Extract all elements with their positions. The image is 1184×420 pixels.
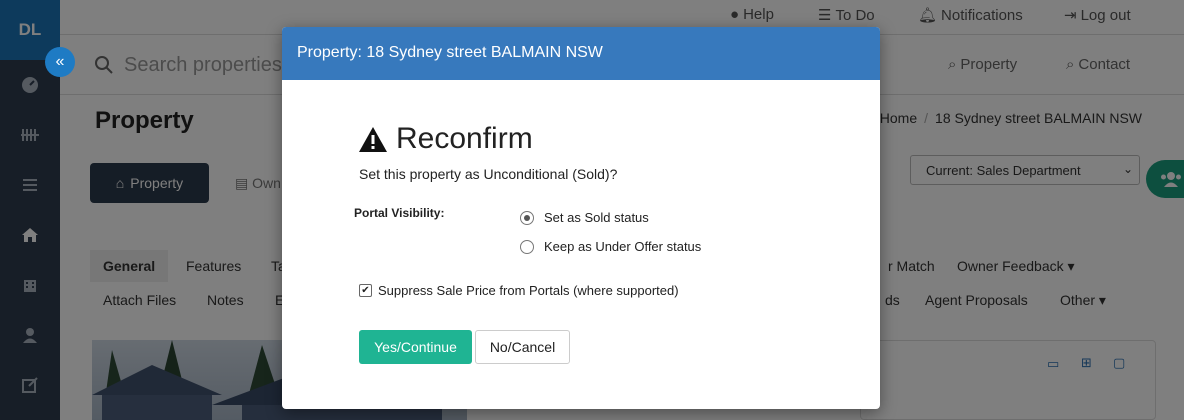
collapse-sidebar-button[interactable]: « [45, 47, 75, 77]
radio-option-under-offer[interactable]: Keep as Under Offer status [520, 239, 701, 254]
modal-body: Reconfirm Set this property as Unconditi… [282, 80, 880, 409]
no-cancel-button[interactable]: No/Cancel [475, 330, 570, 364]
modal-header: Property: 18 Sydney street BALMAIN NSW [282, 27, 880, 80]
confirm-question: Set this property as Unconditional (Sold… [359, 166, 618, 182]
radio-option-sold[interactable]: Set as Sold status [520, 210, 649, 225]
radio-sold-label[interactable]: Set as Sold status [544, 210, 649, 225]
suppress-price-label[interactable]: Suppress Sale Price from Portals (where … [378, 283, 679, 298]
warning-icon [359, 126, 387, 152]
portal-visibility-label: Portal Visibility: [354, 206, 445, 220]
modal-title-text: Reconfirm [396, 122, 533, 155]
radio-under-offer[interactable] [520, 239, 534, 254]
reconfirm-modal: Property: 18 Sydney street BALMAIN NSW R… [282, 27, 880, 409]
yes-continue-button[interactable]: Yes/Continue [359, 330, 472, 364]
suppress-price-checkbox[interactable]: ✔ [359, 284, 372, 297]
radio-sold[interactable] [520, 210, 534, 225]
radio-under-offer-label[interactable]: Keep as Under Offer status [544, 239, 701, 254]
modal-title: Reconfirm [358, 122, 533, 156]
suppress-price-option[interactable]: ✔ Suppress Sale Price from Portals (wher… [359, 283, 679, 298]
